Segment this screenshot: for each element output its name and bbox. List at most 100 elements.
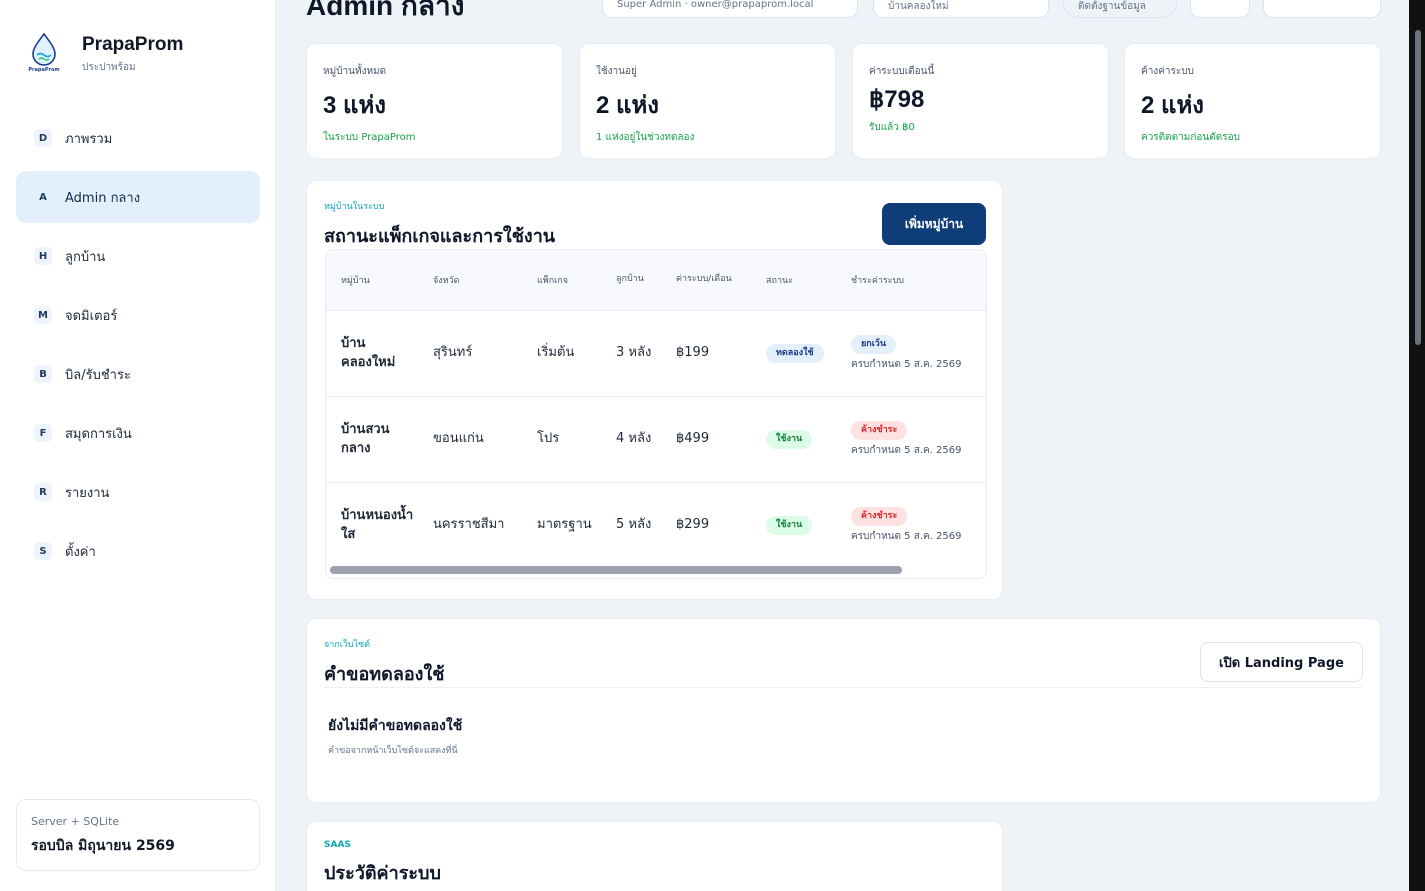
table-row[interactable]: บ้านหนองน้ำใส นครราชสีมา มาตรฐาน 5 หลัง … xyxy=(326,482,986,568)
nav-key-badge: F xyxy=(34,424,52,442)
logo-wordmark: PrapaProm xyxy=(28,67,60,73)
table-row[interactable]: บ้านสวนกลาง ขอนแก่น โปร 4 หลัง ฿499 ใช้ง… xyxy=(326,396,986,482)
section-eyebrow: SAAS xyxy=(324,840,351,850)
due-date: ครบกำหนด 5 ส.ค. 2569 xyxy=(851,444,962,456)
sidebar-item-label: สมุดการเงิน xyxy=(65,426,132,442)
sidebar-item-reports[interactable]: R รายงาน xyxy=(16,466,260,518)
nav-key-badge: B xyxy=(34,365,52,383)
village-select[interactable]: บ้านคลองใหม่ xyxy=(873,0,1049,18)
status-badge: ทดลองใช้ xyxy=(766,344,824,363)
sidebar-item-label: จดมิเตอร์ xyxy=(65,308,118,324)
open-landing-page-button[interactable]: เปิด Landing Page xyxy=(1200,642,1363,682)
current-user-chip: Super Admin · owner@prapaprom.local xyxy=(602,0,858,18)
table-row[interactable]: บ้านคลองใหม่ สุรินทร์ เริ่มต้น 3 หลัง ฿1… xyxy=(326,310,986,396)
column-header: ลูกบ้าน xyxy=(616,274,644,285)
status-badge: ใช้งาน xyxy=(766,430,813,449)
nav-key-badge: A xyxy=(39,191,47,203)
server-status-box: Server + SQLite รอบบิล มิถุนายน 2569 xyxy=(16,799,260,871)
stat-value: 2 แห่ง xyxy=(596,92,660,119)
stat-label: ค่าระบบเดือนนี้ xyxy=(869,66,935,77)
column-header: ชำระค่าระบบ xyxy=(851,276,904,286)
brand-subtitle: ประปาพร้อม xyxy=(82,61,136,73)
billing-cycle: รอบบิล มิถุนายน 2569 xyxy=(31,838,175,854)
province: ขอนแก่น xyxy=(433,431,484,447)
payment-cell: ค้างชำระ ครบกำหนด 5 ส.ค. 2569 xyxy=(851,507,971,544)
sidebar-item-overview[interactable]: D ภาพรวม xyxy=(16,112,260,164)
billing-history-card: SAAS ประวัติค่าระบบ xyxy=(306,821,1003,891)
village-name: บ้านคลองใหม่ xyxy=(341,336,396,370)
column-header: หมู่บ้าน xyxy=(341,276,370,286)
horizontal-scrollbar[interactable] xyxy=(330,566,902,574)
plan: โปร xyxy=(537,431,560,447)
plan: มาตรฐาน xyxy=(537,517,592,533)
sidebar-item-label: รายงาน xyxy=(65,485,110,501)
nav-key-badge: S xyxy=(34,542,52,560)
server-label: Server + SQLite xyxy=(31,815,120,828)
payment-badge: ค้างชำระ xyxy=(851,421,908,440)
column-header: สถานะ xyxy=(766,276,793,286)
sidebar: PrapaProm PrapaProm ประปาพร้อม D ภาพรวม … xyxy=(0,0,276,891)
install-db-button[interactable]: ติดตั้งฐานข้อมูล xyxy=(1063,0,1177,18)
vertical-scrollbar[interactable] xyxy=(1409,0,1425,891)
province: นครราชสีมา xyxy=(433,517,505,533)
column-header: แพ็กเกจ xyxy=(537,276,568,286)
sidebar-item-label: บิล/รับชำระ xyxy=(65,367,131,383)
stat-card-overdue: ค้างค่าระบบ 2 แห่ง ควรติดตามก่อนตัดรอบ xyxy=(1124,43,1381,159)
stat-value: 2 แห่ง xyxy=(1141,92,1205,119)
brand[interactable]: PrapaProm PrapaProm ประปาพร้อม xyxy=(18,30,183,78)
empty-state-title: ยังไม่มีคำขอทดลองใช้ xyxy=(328,718,463,734)
sidebar-item-label: ตั้งค่า xyxy=(65,544,96,560)
villages-card: หมู่บ้านในระบบ สถานะแพ็กเกจและการใช้งาน … xyxy=(306,180,1003,600)
house-count: 4 หลัง xyxy=(616,431,652,447)
payment-cell: ค้างชำระ ครบกำหนด 5 ส.ค. 2569 xyxy=(851,421,971,458)
stat-note: ควรติดตามก่อนตัดรอบ xyxy=(1141,132,1240,143)
water-drop-logo-icon: PrapaProm xyxy=(18,30,70,78)
topbar-button[interactable] xyxy=(1263,0,1381,18)
section-title: ประวัติค่าระบบ xyxy=(324,863,441,884)
payment-cell: ยกเว้น ครบกำหนด 5 ส.ค. 2569 xyxy=(851,335,971,372)
stat-value: ฿798 xyxy=(869,86,925,113)
monthly-fee: ฿299 xyxy=(676,517,710,533)
stat-card-active: ใช้งานอยู่ 2 แห่ง 1 แห่งอยู่ในช่วงทดลอง xyxy=(579,43,836,159)
divider xyxy=(324,687,1363,688)
sidebar-item-settings[interactable]: S ตั้งค่า xyxy=(16,525,260,577)
empty-state: ยังไม่มีคำขอทดลองใช้ คำขอจากหน้าเว็บไซต์… xyxy=(328,715,462,757)
province: สุรินทร์ xyxy=(433,345,473,361)
house-count: 5 หลัง xyxy=(616,517,652,533)
due-date: ครบกำหนด 5 ส.ค. 2569 xyxy=(851,530,962,542)
sidebar-item-bills[interactable]: B บิล/รับชำระ xyxy=(16,348,260,400)
sidebar-item-meter[interactable]: M จดมิเตอร์ xyxy=(16,289,260,341)
villages-table[interactable]: หมู่บ้าน จังหวัด แพ็กเกจ ลูกบ้าน ค่าระบบ… xyxy=(325,249,987,579)
sidebar-item-label: ลูกบ้าน xyxy=(65,249,106,265)
stat-value: 3 แห่ง xyxy=(323,92,387,119)
village-name: บ้านสวนกลาง xyxy=(341,422,390,456)
add-village-button[interactable]: เพิ่มหมู่บ้าน xyxy=(882,203,986,245)
payment-badge: ค้างชำระ xyxy=(851,507,908,526)
trial-requests-card: จากเว็บไซต์ คำขอทดลองใช้ เปิด Landing Pa… xyxy=(306,618,1381,803)
brand-name: PrapaProm xyxy=(82,33,184,55)
topbar-button[interactable] xyxy=(1190,0,1250,18)
stat-card-monthly-fee: ค่าระบบเดือนนี้ ฿798 รับแล้ว ฿0 xyxy=(852,43,1109,159)
house-count: 3 หลัง xyxy=(616,345,652,361)
monthly-fee: ฿499 xyxy=(676,431,710,447)
stat-note: 1 แห่งอยู่ในช่วงทดลอง xyxy=(596,132,695,143)
sidebar-item-finance[interactable]: F สมุดการเงิน xyxy=(16,407,260,459)
sidebar-item-admin[interactable]: A Admin กลาง xyxy=(16,171,260,223)
due-date: ครบกำหนด 5 ส.ค. 2569 xyxy=(851,358,962,370)
nav-key-badge: H xyxy=(34,247,52,265)
scrollbar-thumb[interactable] xyxy=(1415,30,1421,345)
stat-label: ใช้งานอยู่ xyxy=(596,66,637,77)
column-header: ค่าระบบ/เดือน xyxy=(676,274,732,285)
nav-key-badge: R xyxy=(34,483,52,501)
sidebar-item-label: Admin กลาง xyxy=(65,190,141,206)
stat-card-total-villages: หมู่บ้านทั้งหมด 3 แห่ง ในระบบ PrapaProm xyxy=(306,43,563,159)
sidebar-item-residents[interactable]: H ลูกบ้าน xyxy=(16,230,260,282)
empty-state-subtitle: คำขอจากหน้าเว็บไซต์จะแสดงที่นี่ xyxy=(328,746,458,756)
nav-key-badge: D xyxy=(34,129,52,147)
plan: เริ่มต้น xyxy=(537,345,575,361)
village-name: บ้านหนองน้ำใส xyxy=(341,508,414,542)
table-header: หมู่บ้าน จังหวัด แพ็กเกจ ลูกบ้าน ค่าระบบ… xyxy=(326,250,986,310)
status-badge: ใช้งาน xyxy=(766,516,813,535)
nav-key-badge: M xyxy=(34,306,52,324)
stat-note: ในระบบ PrapaProm xyxy=(323,132,416,143)
